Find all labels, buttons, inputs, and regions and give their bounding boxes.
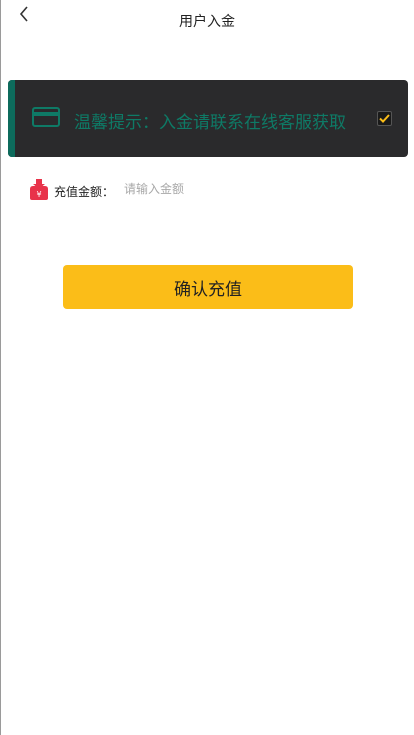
- svg-text:¥: ¥: [36, 190, 41, 199]
- credit-card-icon: [32, 107, 60, 127]
- header: 用户入金: [0, 0, 414, 40]
- page-title: 用户入金: [179, 14, 235, 30]
- notice-checkbox[interactable]: [377, 111, 392, 126]
- money-pouch-icon: ¥: [30, 179, 48, 200]
- notice-text: 温馨提示：入金请联系在线客服获取: [74, 113, 346, 133]
- notice-banner: 温馨提示：入金请联系在线客服获取: [8, 80, 408, 157]
- confirm-recharge-button[interactable]: 确认充值: [63, 265, 353, 309]
- amount-label: 充值金额：: [54, 185, 115, 199]
- amount-row: ¥ 充值金额：: [28, 178, 398, 202]
- checkmark-icon: [379, 114, 390, 123]
- amount-input[interactable]: [124, 178, 374, 200]
- window-border: [0, 0, 1, 735]
- notice-accent-bar: [8, 80, 15, 157]
